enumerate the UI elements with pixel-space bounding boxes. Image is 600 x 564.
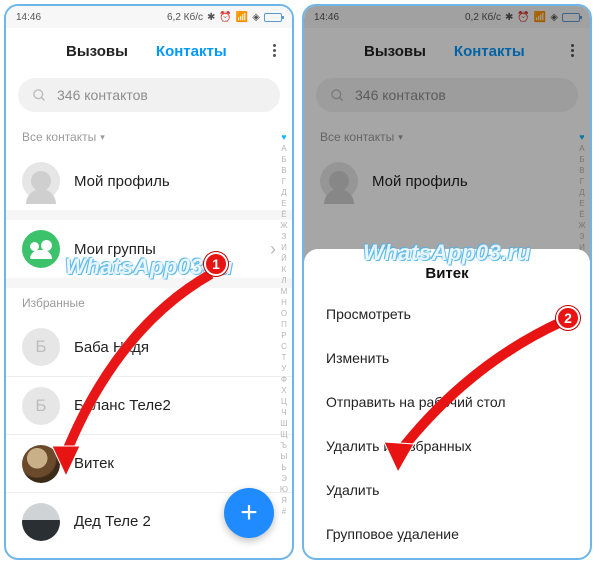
phone-screen-contacts: 14:46 6,2 Кб/с ✱ ⏰ 📶 ◈ Вызовы Контакты 3…	[4, 4, 294, 560]
top-tabs: Вызовы Контакты	[6, 28, 292, 74]
tab-contacts[interactable]: Контакты	[156, 43, 227, 60]
wifi-icon: ◈	[252, 12, 260, 23]
chevron-down-icon: ▾	[100, 132, 105, 143]
search-icon	[32, 88, 47, 103]
add-contact-fab[interactable]: +	[224, 488, 274, 538]
context-menu-sheet: Витек Просмотреть Изменить Отправить на …	[304, 249, 590, 558]
bluetooth-icon: ✱	[207, 12, 215, 23]
avatar: Б	[22, 328, 60, 366]
annotation-badge-2: 2	[556, 306, 580, 330]
contact-name: Баланс Теле2	[74, 397, 276, 414]
avatar	[22, 503, 60, 541]
menu-send-to-desktop[interactable]: Отправить на рабочий стол	[304, 380, 590, 424]
clock: 14:46	[16, 12, 41, 23]
menu-edit[interactable]: Изменить	[304, 336, 590, 380]
more-menu-icon[interactable]	[273, 42, 276, 59]
menu-remove-favorite[interactable]: Удалить из избранных	[304, 424, 590, 468]
plus-icon: +	[240, 496, 258, 530]
tab-calls[interactable]: Вызовы	[66, 43, 128, 60]
menu-group-delete[interactable]: Групповое удаление	[304, 512, 590, 556]
list-item[interactable]: Витек	[6, 434, 292, 492]
chevron-right-icon: ›	[270, 239, 276, 260]
contact-name: Витек	[74, 455, 276, 472]
watermark: WhatsApp03.ru	[363, 240, 531, 266]
search-input[interactable]: 346 контактов	[18, 78, 280, 112]
phone-screen-context-menu: 14:46 0,2 Кб/с ✱ ⏰ 📶 ◈ Вызовы Контакты 3…	[302, 4, 592, 560]
status-bar: 14:46 6,2 Кб/с ✱ ⏰ 📶 ◈	[6, 6, 292, 28]
alarm-icon: ⏰	[219, 12, 231, 23]
search-placeholder: 346 контактов	[57, 87, 148, 103]
net-speed: 6,2 Кб/с	[167, 12, 203, 23]
list-item[interactable]: Б Баланс Теле2	[6, 376, 292, 434]
filter-all-contacts[interactable]: Все контакты ▾	[6, 122, 292, 152]
az-letters: АБВГДЕЁЖЗИЙКЛМНОПРСТУФХЦЧШЩЪЫЬЭЮЯ#	[280, 143, 288, 517]
avatar	[22, 445, 60, 483]
person-icon	[22, 162, 60, 200]
list-item[interactable]: Б Баба Надя	[6, 318, 292, 376]
group-icon	[22, 230, 60, 268]
battery-icon	[264, 13, 282, 22]
avatar: Б	[22, 387, 60, 425]
signal-icon: 📶	[236, 12, 248, 23]
menu-delete[interactable]: Удалить	[304, 468, 590, 512]
contact-name: Баба Надя	[74, 339, 276, 356]
my-profile-label: Мой профиль	[74, 173, 276, 190]
my-profile-row[interactable]: Мой профиль	[6, 152, 292, 210]
alphabet-index[interactable]: ♥АБВГДЕЁЖЗИЙКЛМНОПРСТУФХЦЧШЩЪЫЬЭЮЯ#	[280, 132, 288, 517]
favorites-header: Избранные	[6, 288, 292, 318]
annotation-badge-1: 1	[204, 252, 228, 276]
menu-view[interactable]: Просмотреть	[304, 292, 590, 336]
